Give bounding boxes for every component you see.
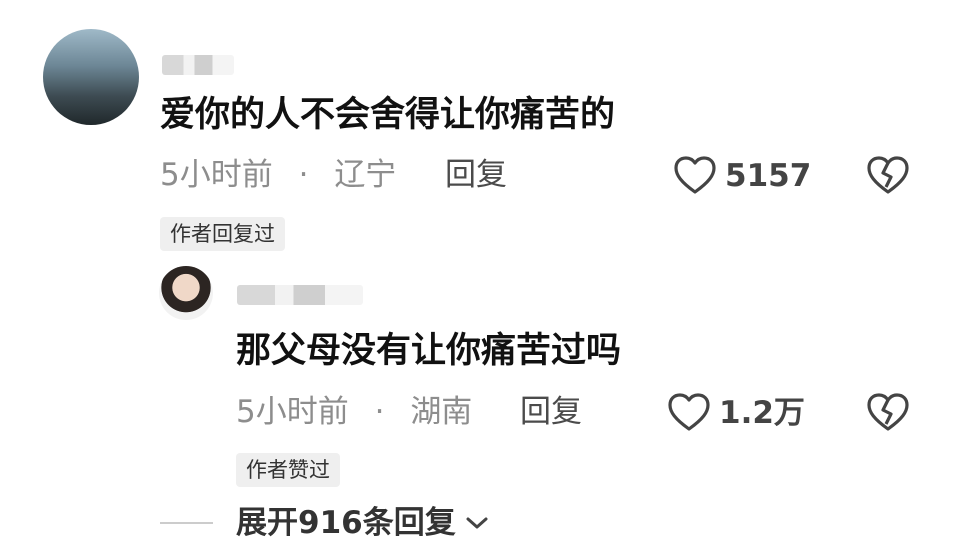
chevron-down-icon — [464, 514, 490, 532]
main-comment-location: 辽宁 — [334, 157, 397, 193]
reply-comment-location: 湖南 — [410, 394, 473, 430]
main-commenter-avatar[interactable] — [43, 29, 139, 125]
main-reply-button[interactable]: 回复 — [445, 157, 507, 193]
expand-replies-button[interactable]: 展开916条回复 — [236, 505, 490, 541]
reply-comment-time: 5小时前 — [236, 394, 349, 430]
main-commenter-name[interactable] — [162, 55, 234, 75]
author-liked-badge: 作者赞过 — [236, 453, 340, 487]
reply-commenter-name[interactable] — [237, 285, 363, 305]
heart-icon — [673, 156, 717, 196]
broken-heart-icon — [866, 393, 910, 433]
meta-separator: · — [374, 394, 385, 430]
main-comment-text: 爱你的人不会舍得让你痛苦的 — [160, 95, 616, 135]
main-like-button[interactable]: 5157 — [673, 156, 811, 196]
reply-like-button[interactable]: 1.2万 — [667, 393, 805, 433]
main-like-count: 5157 — [725, 158, 812, 194]
author-replied-badge: 作者回复过 — [160, 217, 285, 251]
expand-replies-label: 展开916条回复 — [236, 505, 456, 541]
meta-separator: · — [298, 157, 309, 193]
main-comment-meta: 5小时前 · 辽宁 — [160, 157, 396, 193]
expand-divider — [160, 522, 213, 524]
heart-icon — [667, 393, 711, 433]
reply-like-count: 1.2万 — [719, 395, 805, 431]
main-comment-time: 5小时前 — [160, 157, 273, 193]
reply-comment-text: 那父母没有让你痛苦过吗 — [236, 331, 622, 371]
broken-heart-icon — [866, 156, 910, 196]
reply-comment-meta: 5小时前 · 湖南 — [236, 394, 472, 430]
reply-commenter-avatar[interactable] — [159, 266, 213, 320]
reply-dislike-button[interactable] — [866, 393, 910, 433]
main-dislike-button[interactable] — [866, 156, 910, 196]
reply-reply-button[interactable]: 回复 — [520, 394, 582, 430]
